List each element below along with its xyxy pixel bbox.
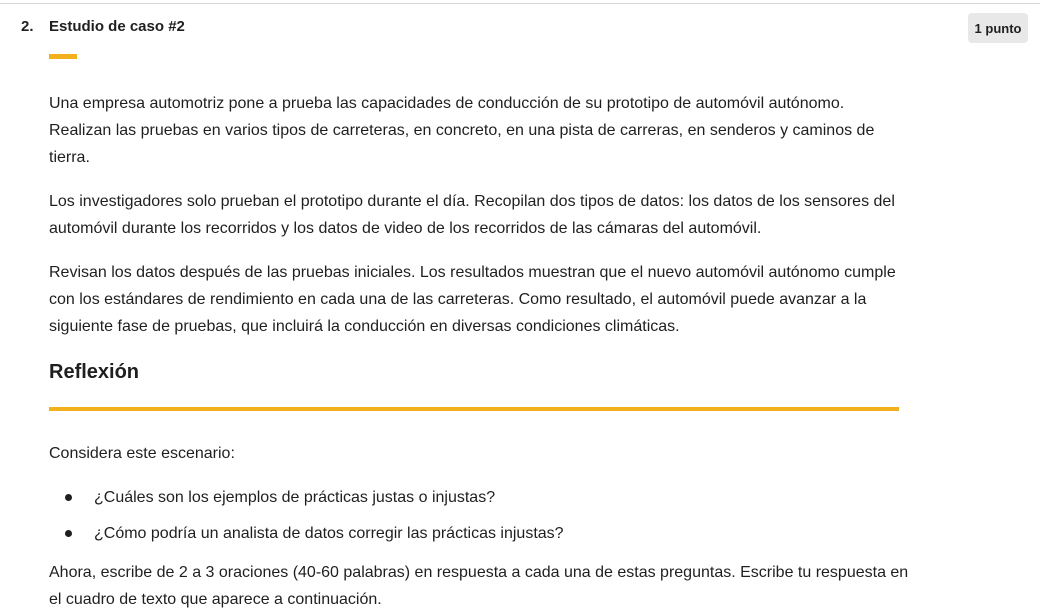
bullet-icon	[65, 494, 72, 501]
reflection-intro: Considera este escenario:	[49, 445, 235, 462]
bullet-icon	[65, 530, 72, 537]
instructions-text: Ahora, escribe de 2 a 3 oraciones (40-60…	[49, 564, 909, 608]
reflection-divider	[49, 407, 899, 411]
bullet-text: ¿Cómo podría un analista de datos correg…	[94, 525, 564, 542]
bullet-text: ¿Cuáles son los ejemplos de prácticas ju…	[94, 489, 496, 506]
top-divider	[0, 3, 1040, 4]
case-study-body: Una empresa automotriz pone a prueba las…	[49, 90, 909, 340]
case-paragraph-2: Los investigadores solo prueban el proto…	[49, 193, 895, 237]
case-paragraph-1: Una empresa automotriz pone a prueba las…	[49, 95, 875, 166]
reflection-heading: Reflexión	[49, 361, 140, 383]
question-title: Estudio de caso #2	[49, 18, 185, 35]
list-item: ¿Cuáles son los ejemplos de prácticas ju…	[49, 484, 564, 520]
list-item: ¿Cómo podría un analista de datos correg…	[49, 520, 564, 556]
reflection-question-list: ¿Cuáles son los ejemplos de prácticas ju…	[49, 484, 564, 556]
case-paragraph-3: Revisan los datos después de las pruebas…	[49, 264, 896, 335]
question-number: 2.	[21, 18, 34, 35]
points-badge: 1 punto	[968, 13, 1028, 43]
title-accent-bar	[49, 54, 77, 59]
